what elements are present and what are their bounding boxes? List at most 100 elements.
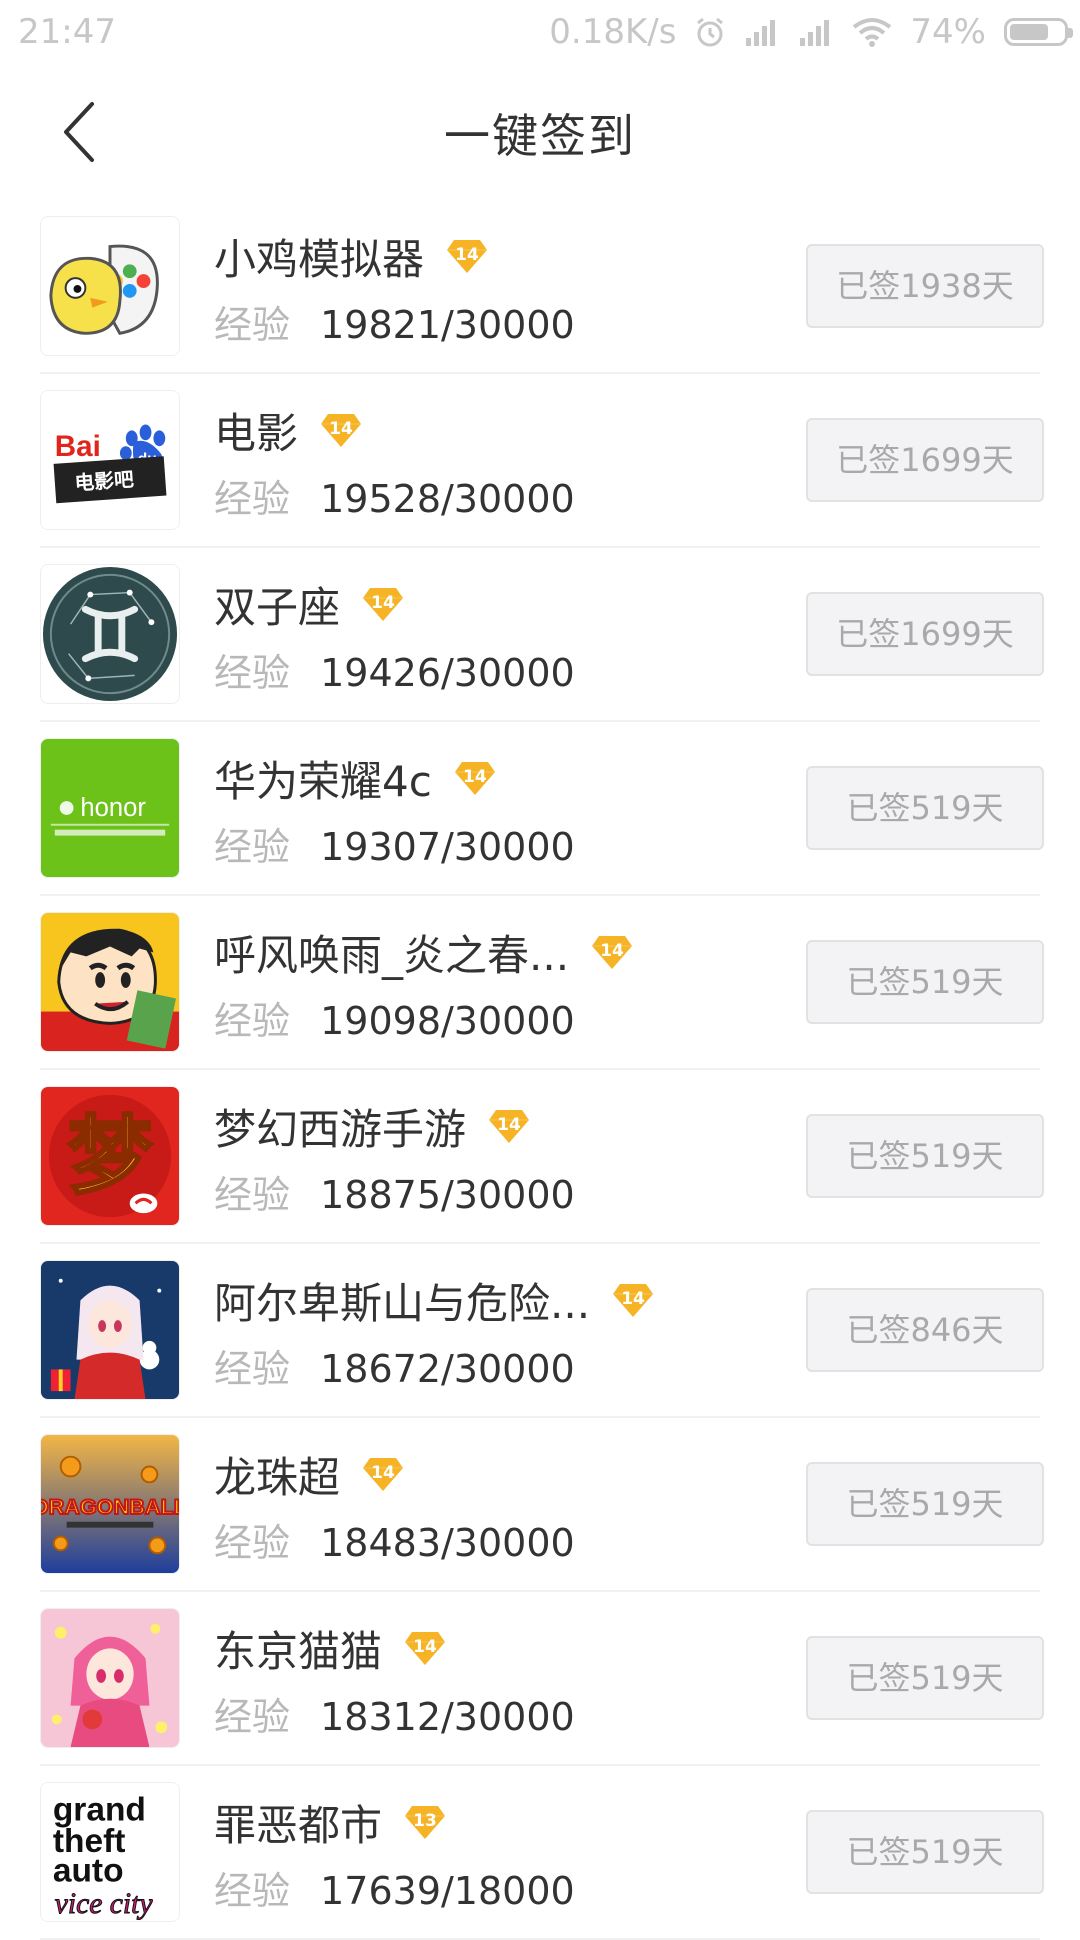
exp-value: 18672/30000 bbox=[320, 1347, 575, 1391]
list-item[interactable]: Baidu电影吧 电影 14 经验 19528/30000 已签1699天 bbox=[0, 374, 1080, 548]
exp-value: 18483/30000 bbox=[320, 1521, 575, 1565]
exp-label: 经验 bbox=[214, 1347, 291, 1391]
signed-days-button[interactable]: 已签519天 bbox=[806, 1114, 1044, 1198]
name-line: 罪恶都市 13 bbox=[214, 1794, 446, 1850]
forum-name: 双子座 bbox=[214, 582, 341, 632]
exp-value: 19098/30000 bbox=[320, 999, 575, 1043]
exp-line: 经验 19307/30000 bbox=[214, 816, 575, 871]
gta-vice-city-icon: grand theft auto vice city bbox=[40, 1782, 180, 1922]
name-line: 小鸡模拟器 14 bbox=[214, 228, 488, 284]
signed-days-button[interactable]: 已签519天 bbox=[806, 940, 1044, 1024]
status-time: 21:47 bbox=[18, 12, 116, 52]
exp-line: 经验 18875/30000 bbox=[214, 1164, 575, 1219]
level-diamond-icon: 14 bbox=[488, 1108, 530, 1144]
level-diamond-icon: 14 bbox=[362, 1456, 404, 1492]
exp-value: 18312/30000 bbox=[320, 1695, 575, 1739]
header: 一键签到 bbox=[0, 68, 1080, 198]
exp-line: 经验 19098/30000 bbox=[214, 990, 575, 1045]
exp-line: 经验 18672/30000 bbox=[214, 1338, 575, 1393]
name-line: 双子座 14 bbox=[214, 576, 404, 632]
exp-value: 19528/30000 bbox=[320, 477, 575, 521]
battery-percent: 74% bbox=[910, 12, 986, 52]
exp-value: 18875/30000 bbox=[320, 1173, 575, 1217]
name-line: 龙珠超 14 bbox=[214, 1446, 404, 1502]
name-line: 呼风唤雨_炎之春... 14 bbox=[214, 924, 633, 980]
signed-days-button[interactable]: 已签519天 bbox=[806, 766, 1044, 850]
level-number: 14 bbox=[621, 1289, 645, 1309]
list-item[interactable]: 梦 梦幻西游手游 14 经验 18875/30000 已签519天 bbox=[0, 1070, 1080, 1244]
network-speed: 0.18K/s bbox=[549, 12, 677, 52]
exp-value: 19307/30000 bbox=[320, 825, 575, 869]
status-icons: 0.18K/s 74% bbox=[549, 12, 1073, 52]
level-diamond-icon: 14 bbox=[612, 1282, 654, 1318]
honor-icon: honor bbox=[40, 738, 180, 878]
level-number: 14 bbox=[413, 1637, 437, 1657]
level-diamond-icon: 14 bbox=[591, 934, 633, 970]
signed-days-button[interactable]: 已签1699天 bbox=[806, 418, 1044, 502]
exp-value: 17639/18000 bbox=[320, 1869, 575, 1913]
exp-label: 经验 bbox=[214, 1521, 291, 1565]
exp-line: 经验 18483/30000 bbox=[214, 1512, 575, 1567]
status-bar: 21:47 0.18K/s 74% bbox=[0, 0, 1080, 68]
name-line: 梦幻西游手游 14 bbox=[214, 1098, 530, 1154]
forum-name: 罪恶都市 bbox=[214, 1800, 383, 1850]
signed-days-button[interactable]: 已签519天 bbox=[806, 1810, 1044, 1894]
svg-text:电影吧: 电影吧 bbox=[74, 468, 135, 495]
list-item[interactable]: DRAGONBALL 龙珠超 14 经验 18483/30000 已签519天 bbox=[0, 1418, 1080, 1592]
list-item[interactable]: 小鸡模拟器 14 经验 19821/30000 已签1938天 bbox=[0, 200, 1080, 374]
signal-icon bbox=[800, 20, 830, 46]
forum-name: 东京猫猫 bbox=[214, 1626, 383, 1676]
name-line: 华为荣耀4c 14 bbox=[214, 750, 496, 806]
forum-name: 龙珠超 bbox=[214, 1452, 341, 1502]
exp-label: 经验 bbox=[214, 1173, 291, 1217]
signed-days-button[interactable]: 已签519天 bbox=[806, 1462, 1044, 1546]
level-diamond-icon: 14 bbox=[404, 1630, 446, 1666]
page-title: 一键签到 bbox=[444, 109, 636, 163]
svg-text:梦: 梦 bbox=[68, 1107, 153, 1206]
level-diamond-icon: 14 bbox=[454, 760, 496, 796]
exp-label: 经验 bbox=[214, 1869, 291, 1913]
list-item[interactable]: 呼风唤雨_炎之春... 14 经验 19098/30000 已签519天 bbox=[0, 896, 1080, 1070]
signal-icon bbox=[746, 20, 776, 46]
level-number: 14 bbox=[371, 1463, 395, 1483]
svg-text:honor: honor bbox=[80, 794, 146, 822]
dragon-ball-icon: DRAGONBALL bbox=[40, 1434, 180, 1574]
level-number: 14 bbox=[497, 1115, 521, 1135]
anime-girl-icon bbox=[40, 1260, 180, 1400]
list-item[interactable]: 阿尔卑斯山与危险... 14 经验 18672/30000 已签846天 bbox=[0, 1244, 1080, 1418]
exp-value: 19821/30000 bbox=[320, 303, 575, 347]
svg-text:Bai: Bai bbox=[55, 430, 101, 463]
signed-days-button[interactable]: 已签519天 bbox=[806, 1636, 1044, 1720]
exp-line: 经验 19528/30000 bbox=[214, 468, 575, 523]
exp-line: 经验 17639/18000 bbox=[214, 1860, 575, 1915]
signed-days-button[interactable]: 已签1699天 bbox=[806, 592, 1044, 676]
level-number: 14 bbox=[462, 767, 487, 787]
exp-line: 经验 19821/30000 bbox=[214, 294, 575, 349]
wifi-icon bbox=[853, 18, 892, 47]
name-line: 东京猫猫 14 bbox=[214, 1620, 446, 1676]
list-item[interactable]: 双子座 14 经验 19426/30000 已签1699天 bbox=[0, 548, 1080, 722]
exp-label: 经验 bbox=[214, 1695, 291, 1739]
exp-value: 19426/30000 bbox=[320, 651, 575, 695]
signed-days-button[interactable]: 已签846天 bbox=[806, 1288, 1044, 1372]
forum-name: 华为荣耀4c bbox=[214, 756, 432, 806]
forum-name: 阿尔卑斯山与危险... bbox=[214, 1278, 591, 1328]
list-item[interactable]: grand theft auto vice city 罪恶都市 13 经验 17639… bbox=[0, 1766, 1080, 1940]
battery-fill bbox=[1010, 24, 1048, 40]
list-item[interactable]: honor 华为荣耀4c 14 经验 19307/30000 已签519天 bbox=[0, 722, 1080, 896]
signed-days-button[interactable]: 已签1938天 bbox=[806, 244, 1044, 328]
tokyo-mew-mew-icon bbox=[40, 1608, 180, 1748]
level-diamond-icon: 14 bbox=[320, 412, 362, 448]
exp-label: 经验 bbox=[214, 303, 291, 347]
battery-icon bbox=[1004, 18, 1073, 46]
level-diamond-icon: 14 bbox=[446, 238, 488, 274]
crayon-shin-chan-icon bbox=[40, 912, 180, 1052]
list-item[interactable]: 东京猫猫 14 经验 18312/30000 已签519天 bbox=[0, 1592, 1080, 1766]
level-number: 14 bbox=[329, 419, 353, 439]
forum-sign-list: 小鸡模拟器 14 经验 19821/30000 已签1938天 Baidu电影吧… bbox=[0, 200, 1080, 1940]
exp-label: 经验 bbox=[214, 825, 291, 869]
level-number: 14 bbox=[371, 593, 395, 613]
name-line: 电影 14 bbox=[214, 402, 362, 458]
forum-name: 电影 bbox=[214, 408, 299, 458]
xiaoji-emulator-icon bbox=[40, 216, 180, 356]
